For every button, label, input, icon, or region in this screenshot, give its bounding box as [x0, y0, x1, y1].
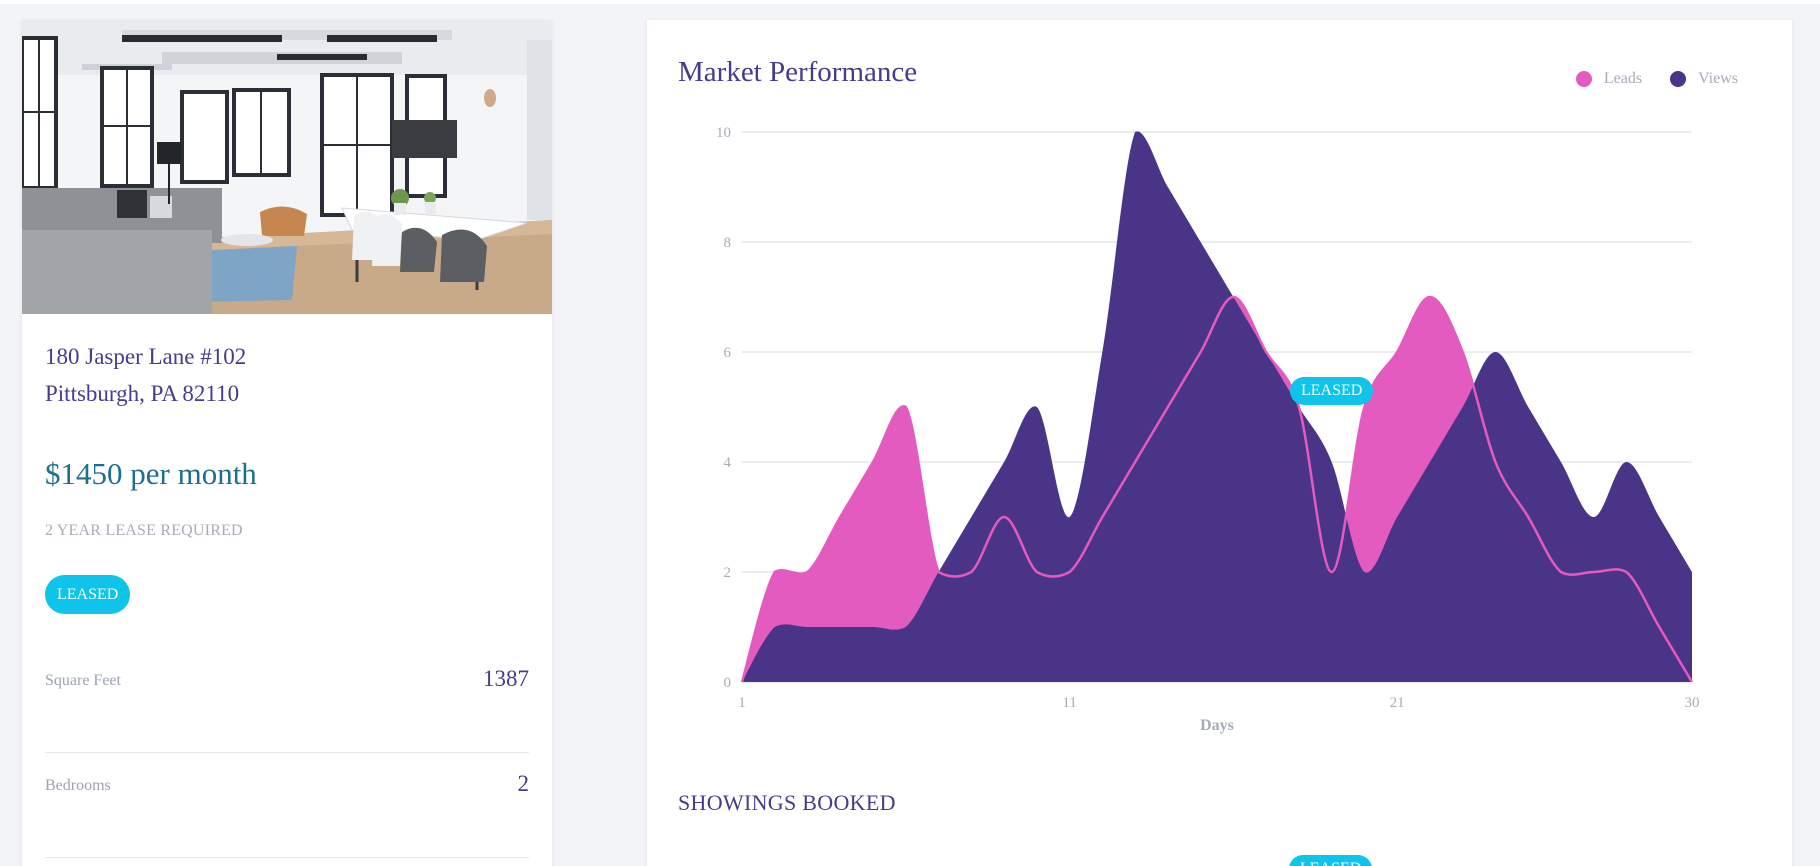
lease-requirement: 2 YEAR LEASE REQUIRED — [45, 522, 243, 539]
property-photo[interactable] — [22, 20, 552, 314]
detail-value: 1387 — [483, 666, 529, 691]
detail-row-bedrooms: Bedrooms 2 — [45, 755, 529, 858]
y-tick-label: 2 — [724, 565, 732, 581]
property-card[interactable]: 180 Jasper Lane #102 Pittsburgh, PA 8211… — [22, 20, 552, 866]
x-tick-label: 11 — [1062, 695, 1076, 711]
detail-row-square-feet: Square Feet 1387 — [45, 650, 529, 753]
address-line-1: 180 Jasper Lane #102 — [45, 344, 247, 369]
property-address[interactable]: 180 Jasper Lane #102 Pittsburgh, PA 8211… — [45, 338, 246, 412]
x-tick-label: 30 — [1685, 695, 1700, 711]
x-tick-label: 1 — [738, 695, 746, 711]
y-tick-label: 4 — [724, 455, 732, 471]
showings-booked-chart: 6 — [647, 860, 1792, 866]
showings-booked-title: SHOWINGS BOOKED — [678, 790, 896, 815]
x-axis-title: Days — [1200, 717, 1234, 734]
address-line-2: Pittsburgh, PA 82110 — [45, 381, 240, 406]
y-tick-label: 10 — [716, 125, 731, 141]
market-performance-card: Market Performance Leads Views 0 2 4 6 8 10 1 1… — [647, 20, 1792, 866]
detail-label: Bedrooms — [45, 777, 111, 794]
market-performance-chart: 02468101 11 21 30Days — [716, 125, 1700, 734]
showings-leased-badge: LEASED — [1289, 855, 1373, 866]
y-tick-label: 8 — [724, 235, 732, 251]
page: 180 Jasper Lane #102 Pittsburgh, PA 8211… — [0, 0, 1820, 866]
status-badge: LEASED — [45, 575, 131, 614]
x-tick-label: 21 — [1390, 695, 1405, 711]
price: $1450 per month — [45, 456, 257, 491]
leased-annotation-badge: LEASED — [1290, 377, 1374, 405]
detail-label: Square Feet — [45, 672, 121, 689]
detail-value: 2 — [517, 771, 530, 796]
top-bar — [0, 0, 1820, 4]
y-tick-label: 6 — [724, 345, 732, 361]
y-tick-label: 0 — [724, 675, 732, 691]
living-room-photo — [22, 20, 552, 314]
